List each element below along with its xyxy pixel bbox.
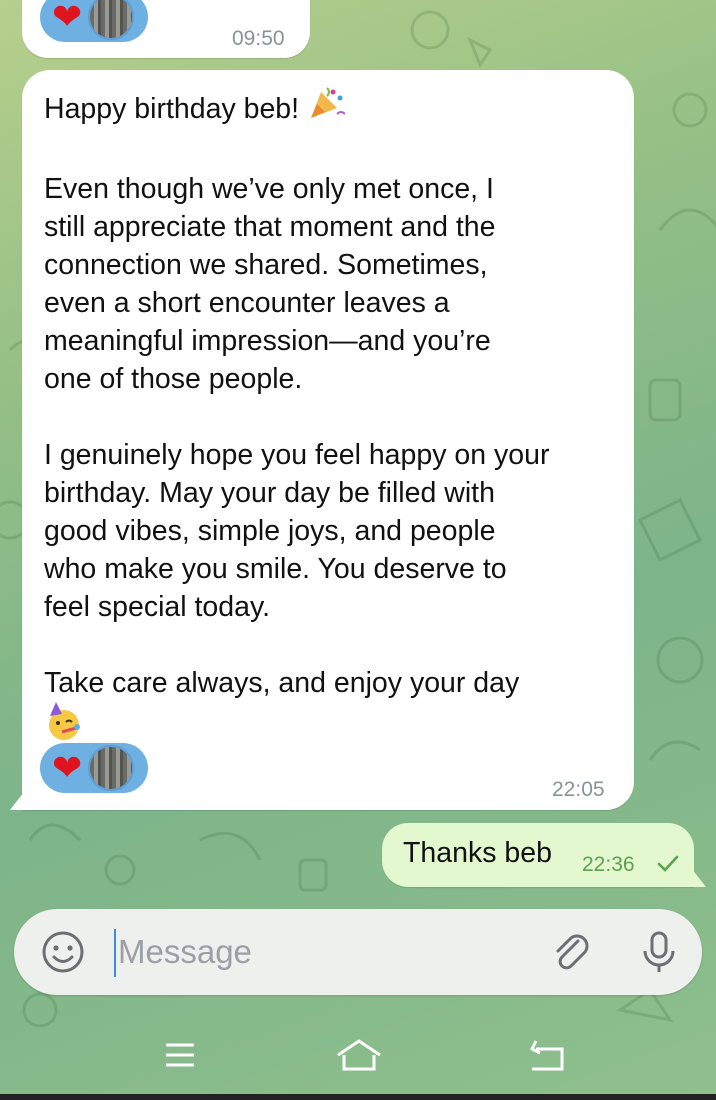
mic-icon[interactable] (636, 929, 682, 980)
back-icon[interactable] (528, 1035, 568, 1080)
attach-icon[interactable] (548, 929, 594, 980)
outgoing-message-bubble: Thanks beb 22:36 (382, 823, 694, 887)
menu-icon[interactable] (160, 1035, 200, 1080)
message-time: 22:05 (552, 778, 605, 801)
message-time: 09:50 (232, 27, 285, 50)
message-composer: Message (14, 909, 702, 995)
message-first-line: Happy birthday beb! (44, 93, 307, 125)
reactor-avatar (88, 745, 135, 791)
incoming-message-bubble: Happy birthday beb! Even though we’ve on… (22, 70, 634, 810)
party-popper-icon (307, 84, 346, 132)
text-cursor (114, 929, 116, 977)
heart-reaction-icon[interactable]: ❤ (52, 0, 82, 35)
heart-reaction-icon[interactable]: ❤ (52, 750, 82, 786)
message-body: Even though we’ve only met once, I still… (44, 173, 550, 699)
previous-message-bubble: ❤ 09:50 (22, 0, 310, 58)
reply-time: 22:36 (582, 853, 635, 876)
reaction-bar[interactable]: ❤ (40, 0, 148, 42)
reply-text: Thanks beb (403, 837, 552, 869)
reactor-avatar (88, 0, 135, 40)
screen-bottom-edge (0, 1094, 716, 1100)
emoji-icon[interactable] (40, 929, 86, 980)
system-navigation-bar (0, 1005, 716, 1100)
message-text: Happy birthday beb! Even though we’ve on… (44, 84, 619, 752)
message-input[interactable]: Message (118, 933, 252, 971)
sent-check-icon (656, 851, 680, 880)
reaction-bar[interactable]: ❤ (40, 743, 148, 793)
home-icon[interactable] (334, 1035, 384, 1080)
